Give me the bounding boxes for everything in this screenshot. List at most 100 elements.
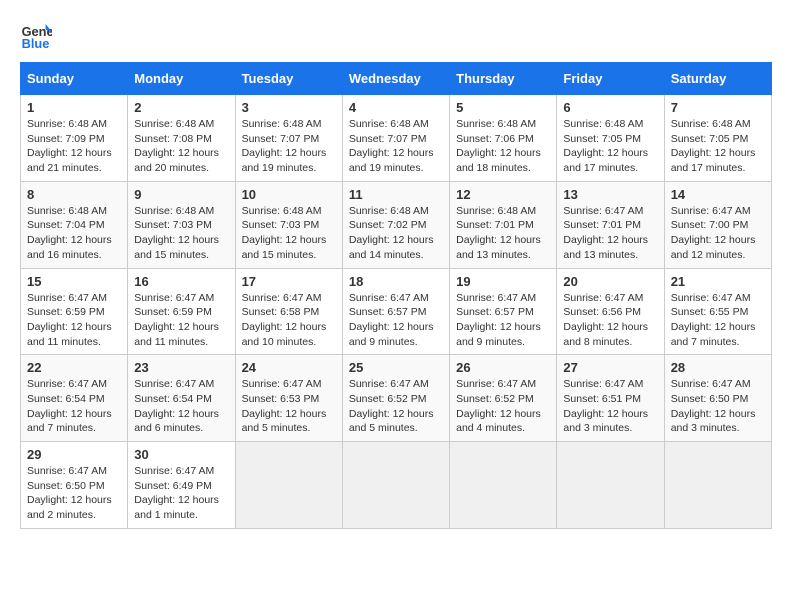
day-number: 6: [563, 100, 657, 115]
cell-info: Sunrise: 6:48 AMSunset: 7:06 PMDaylight:…: [456, 117, 550, 176]
cell-info: Sunrise: 6:47 AMSunset: 6:55 PMDaylight:…: [671, 291, 765, 350]
calendar-cell: 30 Sunrise: 6:47 AMSunset: 6:49 PMDaylig…: [128, 442, 235, 529]
calendar-cell: 7 Sunrise: 6:48 AMSunset: 7:05 PMDayligh…: [664, 95, 771, 182]
day-number: 18: [349, 274, 443, 289]
cell-info: Sunrise: 6:47 AMSunset: 6:53 PMDaylight:…: [242, 377, 336, 436]
calendar-week-4: 22 Sunrise: 6:47 AMSunset: 6:54 PMDaylig…: [21, 355, 772, 442]
day-number: 29: [27, 447, 121, 462]
header-day-saturday: Saturday: [664, 63, 771, 95]
calendar-table: SundayMondayTuesdayWednesdayThursdayFrid…: [20, 62, 772, 529]
cell-info: Sunrise: 6:47 AMSunset: 6:52 PMDaylight:…: [349, 377, 443, 436]
calendar-cell: 2 Sunrise: 6:48 AMSunset: 7:08 PMDayligh…: [128, 95, 235, 182]
calendar-cell: 14 Sunrise: 6:47 AMSunset: 7:00 PMDaylig…: [664, 181, 771, 268]
cell-info: Sunrise: 6:47 AMSunset: 6:50 PMDaylight:…: [27, 464, 121, 523]
calendar-cell: [450, 442, 557, 529]
svg-text:Blue: Blue: [22, 36, 50, 51]
calendar-cell: 1 Sunrise: 6:48 AMSunset: 7:09 PMDayligh…: [21, 95, 128, 182]
calendar-cell: [235, 442, 342, 529]
calendar-cell: 26 Sunrise: 6:47 AMSunset: 6:52 PMDaylig…: [450, 355, 557, 442]
calendar-header-row: SundayMondayTuesdayWednesdayThursdayFrid…: [21, 63, 772, 95]
day-number: 7: [671, 100, 765, 115]
cell-info: Sunrise: 6:48 AMSunset: 7:05 PMDaylight:…: [563, 117, 657, 176]
cell-info: Sunrise: 6:47 AMSunset: 6:51 PMDaylight:…: [563, 377, 657, 436]
cell-info: Sunrise: 6:48 AMSunset: 7:03 PMDaylight:…: [134, 204, 228, 263]
calendar-cell: 16 Sunrise: 6:47 AMSunset: 6:59 PMDaylig…: [128, 268, 235, 355]
calendar-cell: 23 Sunrise: 6:47 AMSunset: 6:54 PMDaylig…: [128, 355, 235, 442]
calendar-cell: 27 Sunrise: 6:47 AMSunset: 6:51 PMDaylig…: [557, 355, 664, 442]
cell-info: Sunrise: 6:48 AMSunset: 7:05 PMDaylight:…: [671, 117, 765, 176]
day-number: 4: [349, 100, 443, 115]
cell-info: Sunrise: 6:47 AMSunset: 7:01 PMDaylight:…: [563, 204, 657, 263]
day-number: 27: [563, 360, 657, 375]
calendar-cell: 6 Sunrise: 6:48 AMSunset: 7:05 PMDayligh…: [557, 95, 664, 182]
calendar-cell: 17 Sunrise: 6:47 AMSunset: 6:58 PMDaylig…: [235, 268, 342, 355]
day-number: 14: [671, 187, 765, 202]
calendar-cell: 3 Sunrise: 6:48 AMSunset: 7:07 PMDayligh…: [235, 95, 342, 182]
day-number: 9: [134, 187, 228, 202]
cell-info: Sunrise: 6:47 AMSunset: 6:57 PMDaylight:…: [349, 291, 443, 350]
calendar-cell: 21 Sunrise: 6:47 AMSunset: 6:55 PMDaylig…: [664, 268, 771, 355]
cell-info: Sunrise: 6:47 AMSunset: 6:56 PMDaylight:…: [563, 291, 657, 350]
calendar-cell: 20 Sunrise: 6:47 AMSunset: 6:56 PMDaylig…: [557, 268, 664, 355]
calendar-cell: 10 Sunrise: 6:48 AMSunset: 7:03 PMDaylig…: [235, 181, 342, 268]
calendar-week-2: 8 Sunrise: 6:48 AMSunset: 7:04 PMDayligh…: [21, 181, 772, 268]
logo: General Blue: [20, 20, 56, 52]
cell-info: Sunrise: 6:48 AMSunset: 7:07 PMDaylight:…: [242, 117, 336, 176]
calendar-cell: 11 Sunrise: 6:48 AMSunset: 7:02 PMDaylig…: [342, 181, 449, 268]
cell-info: Sunrise: 6:48 AMSunset: 7:02 PMDaylight:…: [349, 204, 443, 263]
day-number: 11: [349, 187, 443, 202]
calendar-cell: [342, 442, 449, 529]
calendar-cell: 29 Sunrise: 6:47 AMSunset: 6:50 PMDaylig…: [21, 442, 128, 529]
header-day-tuesday: Tuesday: [235, 63, 342, 95]
header-day-monday: Monday: [128, 63, 235, 95]
cell-info: Sunrise: 6:48 AMSunset: 7:07 PMDaylight:…: [349, 117, 443, 176]
calendar-cell: 19 Sunrise: 6:47 AMSunset: 6:57 PMDaylig…: [450, 268, 557, 355]
day-number: 21: [671, 274, 765, 289]
day-number: 24: [242, 360, 336, 375]
day-number: 2: [134, 100, 228, 115]
header-day-friday: Friday: [557, 63, 664, 95]
calendar-cell: 18 Sunrise: 6:47 AMSunset: 6:57 PMDaylig…: [342, 268, 449, 355]
day-number: 3: [242, 100, 336, 115]
cell-info: Sunrise: 6:47 AMSunset: 6:59 PMDaylight:…: [134, 291, 228, 350]
cell-info: Sunrise: 6:47 AMSunset: 6:57 PMDaylight:…: [456, 291, 550, 350]
cell-info: Sunrise: 6:47 AMSunset: 7:00 PMDaylight:…: [671, 204, 765, 263]
calendar-cell: 22 Sunrise: 6:47 AMSunset: 6:54 PMDaylig…: [21, 355, 128, 442]
calendar-cell: 15 Sunrise: 6:47 AMSunset: 6:59 PMDaylig…: [21, 268, 128, 355]
cell-info: Sunrise: 6:47 AMSunset: 6:50 PMDaylight:…: [671, 377, 765, 436]
header-day-wednesday: Wednesday: [342, 63, 449, 95]
day-number: 16: [134, 274, 228, 289]
day-number: 28: [671, 360, 765, 375]
cell-info: Sunrise: 6:47 AMSunset: 6:54 PMDaylight:…: [134, 377, 228, 436]
day-number: 1: [27, 100, 121, 115]
calendar-cell: 13 Sunrise: 6:47 AMSunset: 7:01 PMDaylig…: [557, 181, 664, 268]
day-number: 23: [134, 360, 228, 375]
day-number: 8: [27, 187, 121, 202]
calendar-week-1: 1 Sunrise: 6:48 AMSunset: 7:09 PMDayligh…: [21, 95, 772, 182]
day-number: 25: [349, 360, 443, 375]
calendar-cell: 28 Sunrise: 6:47 AMSunset: 6:50 PMDaylig…: [664, 355, 771, 442]
calendar-cell: [557, 442, 664, 529]
cell-info: Sunrise: 6:48 AMSunset: 7:03 PMDaylight:…: [242, 204, 336, 263]
cell-info: Sunrise: 6:48 AMSunset: 7:09 PMDaylight:…: [27, 117, 121, 176]
header-day-sunday: Sunday: [21, 63, 128, 95]
day-number: 13: [563, 187, 657, 202]
calendar-cell: 25 Sunrise: 6:47 AMSunset: 6:52 PMDaylig…: [342, 355, 449, 442]
cell-info: Sunrise: 6:47 AMSunset: 6:52 PMDaylight:…: [456, 377, 550, 436]
calendar-cell: 12 Sunrise: 6:48 AMSunset: 7:01 PMDaylig…: [450, 181, 557, 268]
day-number: 30: [134, 447, 228, 462]
calendar-cell: 4 Sunrise: 6:48 AMSunset: 7:07 PMDayligh…: [342, 95, 449, 182]
calendar-cell: 24 Sunrise: 6:47 AMSunset: 6:53 PMDaylig…: [235, 355, 342, 442]
cell-info: Sunrise: 6:47 AMSunset: 6:49 PMDaylight:…: [134, 464, 228, 523]
day-number: 20: [563, 274, 657, 289]
header: General Blue: [20, 20, 772, 52]
cell-info: Sunrise: 6:47 AMSunset: 6:54 PMDaylight:…: [27, 377, 121, 436]
cell-info: Sunrise: 6:48 AMSunset: 7:04 PMDaylight:…: [27, 204, 121, 263]
calendar-cell: 5 Sunrise: 6:48 AMSunset: 7:06 PMDayligh…: [450, 95, 557, 182]
header-day-thursday: Thursday: [450, 63, 557, 95]
cell-info: Sunrise: 6:48 AMSunset: 7:01 PMDaylight:…: [456, 204, 550, 263]
day-number: 15: [27, 274, 121, 289]
day-number: 19: [456, 274, 550, 289]
calendar-cell: 9 Sunrise: 6:48 AMSunset: 7:03 PMDayligh…: [128, 181, 235, 268]
day-number: 12: [456, 187, 550, 202]
